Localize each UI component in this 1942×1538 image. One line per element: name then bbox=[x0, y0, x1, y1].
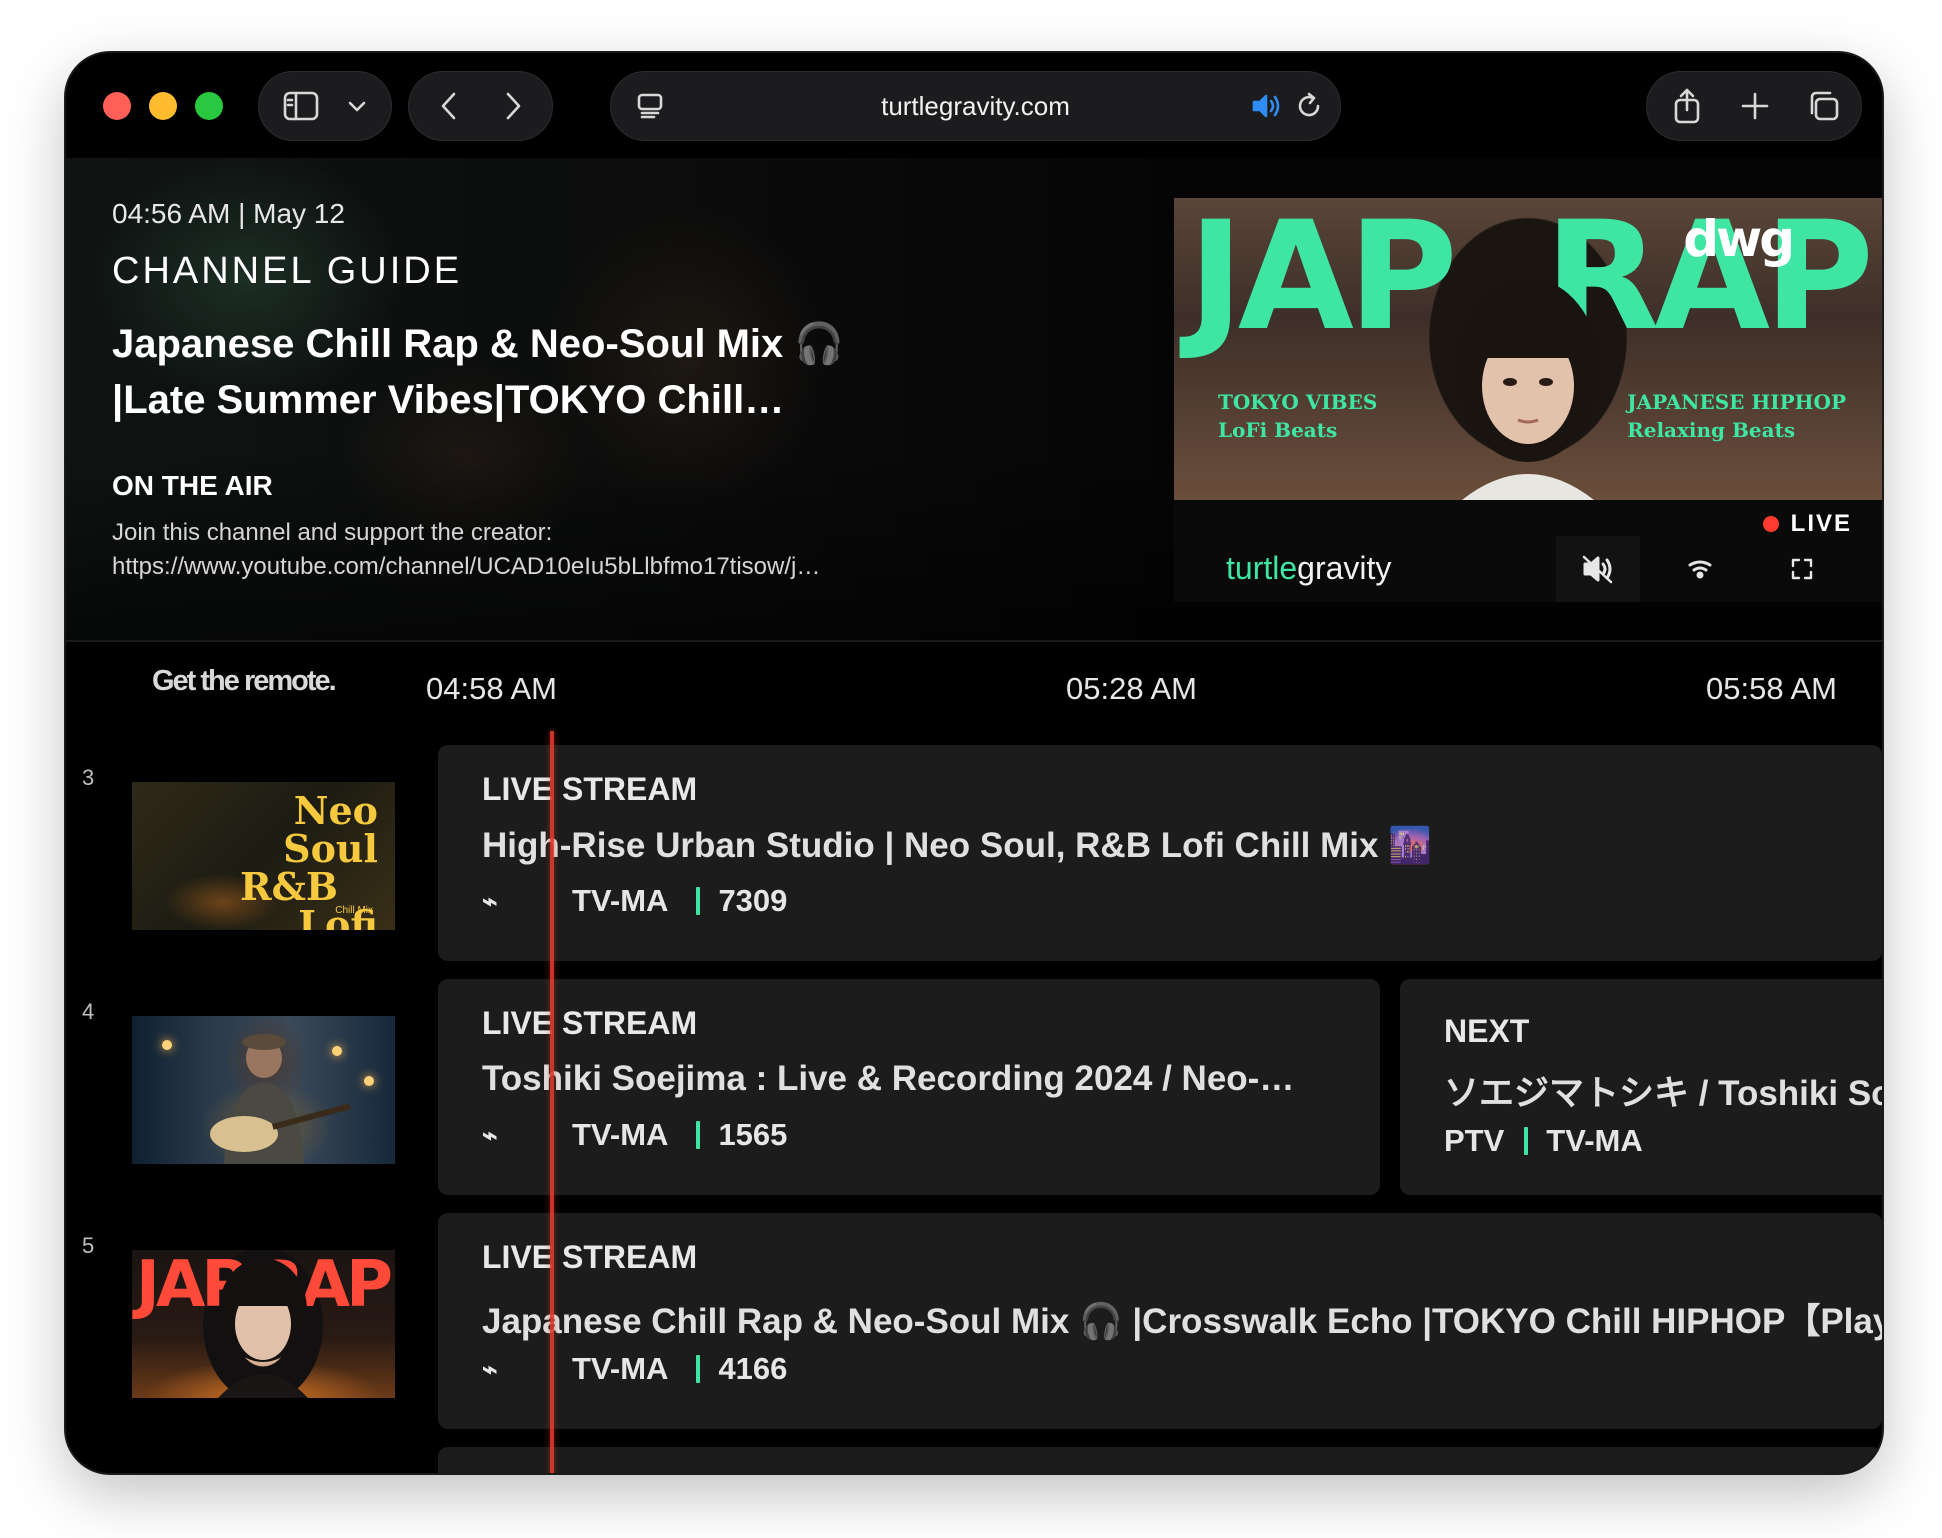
cast-button[interactable] bbox=[1658, 536, 1742, 602]
lightning-icon: ⌁ bbox=[482, 1353, 498, 1384]
channel-number: 5 bbox=[82, 1233, 95, 1258]
next-rating-a: PTV bbox=[1444, 1123, 1505, 1158]
program-rating: TV-MA bbox=[572, 1351, 669, 1386]
channel-thumbnail[interactable] bbox=[132, 1016, 395, 1164]
sidebar-icon[interactable] bbox=[273, 72, 329, 140]
sidebar-toggle-group bbox=[258, 71, 392, 141]
hero-divider bbox=[66, 640, 1882, 642]
program-title: Japanese Chill Rap & Neo-Soul Mix 🎧 |Cro… bbox=[482, 1302, 1882, 1341]
video-tag-left: TOKYO VIBES LoFi Beats bbox=[1218, 390, 1378, 442]
now-playing-hero: 04:56 AM | May 12 CHANNEL GUIDE Japanese… bbox=[66, 158, 1882, 640]
program-title: High-Rise Urban Studio | Neo Soul, R&B L… bbox=[482, 826, 1432, 865]
video-frame[interactable]: JAP RAP dwg TOKYO VIBES LoFi Beats JAPAN… bbox=[1174, 198, 1882, 500]
forward-icon[interactable] bbox=[485, 72, 541, 140]
channel-thumbnail[interactable]: JAP RAP bbox=[132, 1250, 395, 1398]
live-label: LIVE bbox=[1790, 510, 1852, 537]
player-controls: turtlegravity bbox=[1174, 536, 1882, 602]
maximize-window-button[interactable] bbox=[195, 92, 223, 120]
on-the-air-label: ON THE AIR bbox=[112, 470, 273, 501]
next-program-meta: PTV TV-MA bbox=[1444, 1123, 1643, 1159]
video-overlay-text-left: JAP bbox=[1188, 198, 1458, 364]
share-icon[interactable] bbox=[1657, 72, 1717, 140]
channel-guide-title: CHANNEL GUIDE bbox=[112, 250, 463, 292]
video-logo: dwg bbox=[1683, 210, 1795, 268]
url-text[interactable]: turtlegravity.com bbox=[611, 72, 1340, 140]
show-description: Join this channel and support the creato… bbox=[112, 516, 872, 584]
navigation-group bbox=[408, 71, 553, 141]
fullscreen-button[interactable] bbox=[1760, 536, 1844, 602]
current-datetime: 04:56 AM | May 12 bbox=[112, 198, 345, 229]
speaker-icon[interactable] bbox=[1247, 72, 1287, 140]
next-program-title: ソエジマトシキ / Toshiki Soejima bbox=[1444, 1074, 1882, 1113]
current-time-playhead bbox=[550, 731, 554, 1473]
signal-icon bbox=[1688, 560, 1712, 579]
viewer-count: 7309 bbox=[718, 883, 788, 918]
channel-thumbnail[interactable]: Neo Soul R&B Lofi Chill Mix bbox=[132, 782, 395, 930]
channel-number: 4 bbox=[82, 999, 95, 1024]
lightning-icon: ⌁ bbox=[482, 1119, 498, 1150]
close-window-button[interactable] bbox=[103, 92, 131, 120]
program-card[interactable]: LIVE STREAM Japanese Chill Rap & Neo-Sou… bbox=[438, 1213, 1882, 1429]
tabs-icon[interactable] bbox=[1793, 72, 1853, 140]
next-program-card[interactable]: NEXT ソエジマトシキ / Toshiki Soejima PTV TV-MA bbox=[1400, 979, 1882, 1195]
current-show-title: Japanese Chill Rap & Neo-Soul Mix 🎧 |Lat… bbox=[112, 322, 845, 422]
video-tag-right: JAPANESE HIPHOP Relaxing Beats bbox=[1627, 390, 1846, 442]
live-indicator: LIVE bbox=[1762, 510, 1852, 538]
plus-icon[interactable] bbox=[1727, 72, 1783, 140]
viewer-count: 1565 bbox=[718, 1117, 788, 1152]
chevron-down-icon[interactable] bbox=[337, 72, 377, 140]
video-player[interactable]: JAP RAP dwg TOKYO VIBES LoFi Beats JAPAN… bbox=[1174, 198, 1882, 602]
program-rating: TV-MA bbox=[572, 883, 669, 918]
brand-logo: turtlegravity bbox=[1226, 550, 1392, 586]
video-person bbox=[1456, 278, 1600, 500]
program-rating: TV-MA bbox=[572, 1117, 669, 1152]
browser-toolbar: turtlegravity.com bbox=[66, 53, 1882, 158]
minimize-window-button[interactable] bbox=[149, 92, 177, 120]
mute-button[interactable] bbox=[1556, 536, 1640, 602]
get-the-remote-link[interactable]: Get the remote. bbox=[152, 665, 337, 698]
fullscreen-icon bbox=[1791, 558, 1813, 580]
next-rating-b: TV-MA bbox=[1546, 1123, 1643, 1158]
time-slot-label: 04:58 AM bbox=[426, 671, 557, 706]
channel-number: 3 bbox=[82, 765, 95, 790]
thumbnail-person bbox=[210, 1034, 351, 1164]
program-kicker: LIVE STREAM bbox=[482, 771, 698, 807]
description-line: Join this channel and support the creato… bbox=[112, 519, 553, 546]
speaker-muted-icon bbox=[1582, 555, 1613, 584]
address-bar[interactable]: turtlegravity.com bbox=[610, 71, 1341, 141]
browser-window: turtlegravity.com 04:56 AM | May 12 CHAN… bbox=[66, 53, 1882, 1473]
program-card[interactable]: LIVE STREAM Toshiki Soejima : Live & Rec… bbox=[438, 979, 1380, 1195]
program-meta: ⌁ TV-MA 7309 bbox=[482, 883, 787, 919]
description-link[interactable]: https://www.youtube.com/channel/UCAD10eI… bbox=[112, 550, 872, 584]
time-slot-label: 05:58 AM bbox=[1706, 671, 1837, 706]
program-meta: ⌁ TV-MA 4166 bbox=[482, 1351, 787, 1387]
program-kicker: LIVE STREAM bbox=[482, 1005, 698, 1041]
program-meta: ⌁ TV-MA 1565 bbox=[482, 1117, 787, 1153]
viewer-count: 4166 bbox=[718, 1351, 788, 1386]
next-kicker: NEXT bbox=[1444, 1013, 1530, 1049]
time-slot-label: 05:28 AM bbox=[1066, 671, 1197, 706]
program-card[interactable]: LIVE STREAM High-Rise Urban Studio | Neo… bbox=[438, 745, 1882, 961]
program-card[interactable] bbox=[438, 1447, 1882, 1473]
program-title: Toshiki Soejima : Live & Recording 2024 … bbox=[482, 1059, 1295, 1098]
thumbnail-person bbox=[218, 1258, 308, 1398]
reload-icon[interactable] bbox=[1287, 72, 1331, 140]
thumbnail-caption: Chill Mix bbox=[335, 905, 373, 916]
window-actions-group bbox=[1646, 71, 1862, 141]
back-icon[interactable] bbox=[421, 72, 477, 140]
program-kicker: LIVE STREAM bbox=[482, 1239, 698, 1275]
lightning-icon: ⌁ bbox=[482, 885, 498, 916]
live-dot bbox=[1762, 516, 1779, 532]
